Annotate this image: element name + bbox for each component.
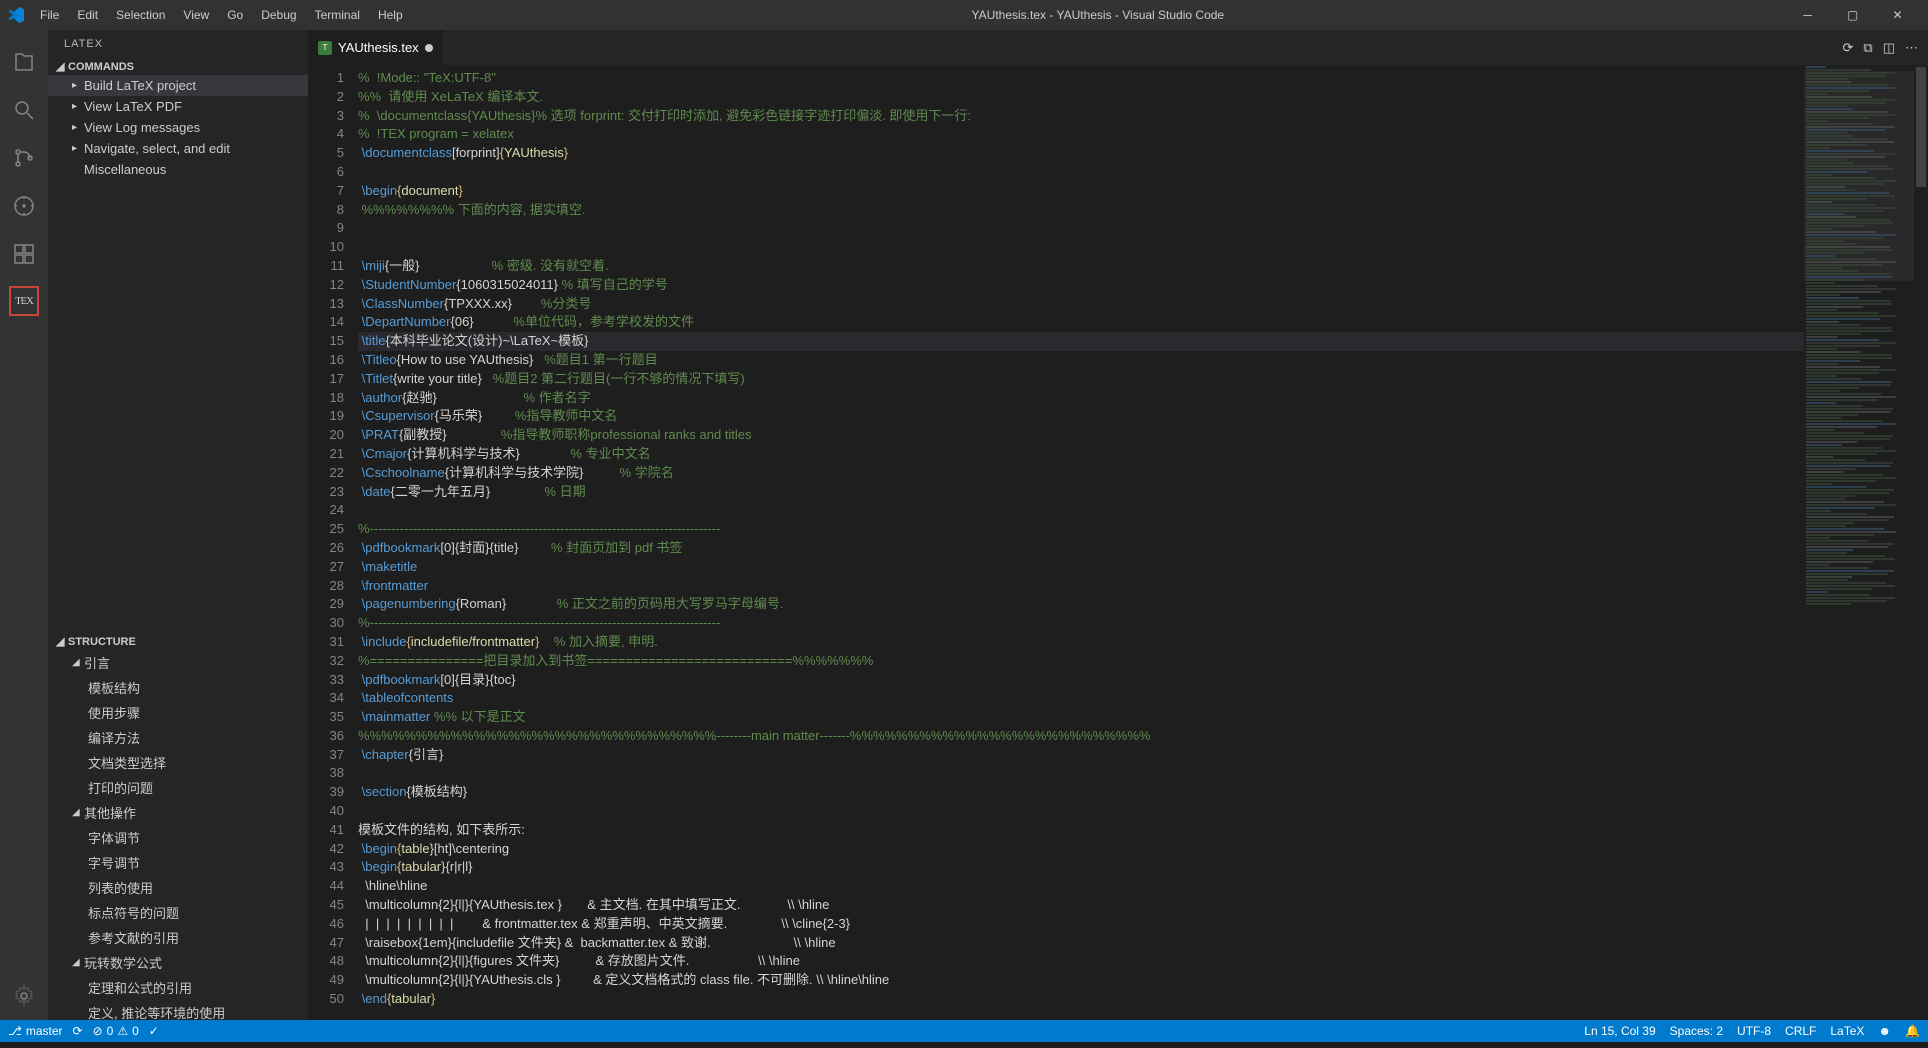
source-control-icon[interactable] <box>0 134 48 182</box>
menu-selection[interactable]: Selection <box>108 4 173 26</box>
window-title: YAUthesis.tex - YAUthesis - Visual Studi… <box>411 8 1785 22</box>
structure-item[interactable]: 定理和公式的引用 <box>48 975 308 1000</box>
sidebar-title: LATEX <box>48 30 308 58</box>
structure-item[interactable]: 字号调节 <box>48 850 308 875</box>
tab-dirty-icon[interactable] <box>425 44 433 52</box>
status-indent[interactable]: Spaces: 2 <box>1670 1024 1723 1038</box>
structure-item[interactable]: 模板结构 <box>48 675 308 700</box>
debug-icon[interactable] <box>0 182 48 230</box>
vscode-logo-icon <box>8 7 24 23</box>
cmd-misc[interactable]: Miscellaneous <box>48 159 308 180</box>
structure-item[interactable]: ◢引言 <box>48 650 308 675</box>
search-icon[interactable] <box>0 86 48 134</box>
menu-edit[interactable]: Edit <box>69 4 106 26</box>
status-sync[interactable]: ⟳ <box>73 1024 83 1038</box>
tex-file-icon: T <box>318 41 332 55</box>
status-cursor[interactable]: Ln 15, Col 39 <box>1584 1024 1655 1038</box>
status-eol[interactable]: CRLF <box>1785 1024 1816 1038</box>
structure-item[interactable]: 标点符号的问题 <box>48 900 308 925</box>
structure-header-label: STRUCTURE <box>68 636 136 648</box>
status-check[interactable]: ✓ <box>149 1024 159 1038</box>
latex-workshop-icon[interactable]: TEX <box>9 286 39 316</box>
explorer-icon[interactable] <box>0 38 48 86</box>
cmd-view-log[interactable]: ▸View Log messages <box>48 117 308 138</box>
status-language[interactable]: LaTeX <box>1830 1024 1864 1038</box>
open-changes-icon[interactable]: ⧉ <box>1863 40 1872 56</box>
cmd-navigate[interactable]: ▸Navigate, select, and edit <box>48 138 308 159</box>
status-branch[interactable]: ⎇ master <box>8 1024 63 1038</box>
menu-debug[interactable]: Debug <box>253 4 304 26</box>
status-bell-icon[interactable]: 🔔 <box>1905 1024 1920 1038</box>
structure-section-header[interactable]: ◢STRUCTURE <box>48 633 308 650</box>
structure-item[interactable]: 使用步骤 <box>48 700 308 725</box>
cmd-view-pdf[interactable]: ▸View LaTeX PDF <box>48 96 308 117</box>
structure-item[interactable]: 参考文献的引用 <box>48 925 308 950</box>
tab-yauthesis[interactable]: T YAUthesis.tex <box>308 30 444 65</box>
menu-view[interactable]: View <box>175 4 217 26</box>
minimap[interactable] <box>1804 65 1914 1020</box>
commands-header-label: COMMANDS <box>68 61 134 73</box>
commands-section-header[interactable]: ◢COMMANDS <box>48 58 308 75</box>
more-actions-icon[interactable]: ⋯ <box>1905 40 1918 56</box>
settings-gear-icon[interactable] <box>0 972 48 1020</box>
status-feedback-icon[interactable]: ☻ <box>1878 1024 1891 1038</box>
structure-item[interactable]: 字体调节 <box>48 825 308 850</box>
menu-terminal[interactable]: Terminal <box>307 4 368 26</box>
status-encoding[interactable]: UTF-8 <box>1737 1024 1771 1038</box>
structure-item[interactable]: ◢其他操作 <box>48 800 308 825</box>
menu-help[interactable]: Help <box>370 4 411 26</box>
split-editor-icon[interactable]: ◫ <box>1883 40 1895 56</box>
tab-label: YAUthesis.tex <box>338 40 419 55</box>
line-numbers: 1234567891011121314151617181920212223242… <box>308 65 358 1020</box>
compare-changes-icon[interactable]: ⟳ <box>1843 40 1854 56</box>
structure-item[interactable]: 编译方法 <box>48 725 308 750</box>
vertical-scrollbar[interactable] <box>1914 65 1928 1020</box>
menu-file[interactable]: File <box>32 4 67 26</box>
menu-go[interactable]: Go <box>219 4 251 26</box>
maximize-button[interactable]: ▢ <box>1830 0 1875 30</box>
cmd-build[interactable]: ▸Build LaTeX project <box>48 75 308 96</box>
code-content[interactable]: % !Mode:: "TeX:UTF-8"%% 请使用 XeLaTeX 编译本文… <box>358 65 1804 1020</box>
minimize-button[interactable]: ─ <box>1785 0 1830 30</box>
structure-item[interactable]: 打印的问题 <box>48 775 308 800</box>
structure-item[interactable]: 定义, 推论等环境的使用 <box>48 1000 308 1020</box>
structure-item[interactable]: 文档类型选择 <box>48 750 308 775</box>
structure-item[interactable]: 列表的使用 <box>48 875 308 900</box>
structure-item[interactable]: ◢玩转数学公式 <box>48 950 308 975</box>
close-button[interactable]: ✕ <box>1875 0 1920 30</box>
status-problems[interactable]: ⊘ 0 ⚠ 0 <box>93 1024 139 1038</box>
extensions-icon[interactable] <box>0 230 48 278</box>
code-editor[interactable]: 1234567891011121314151617181920212223242… <box>308 65 1928 1020</box>
